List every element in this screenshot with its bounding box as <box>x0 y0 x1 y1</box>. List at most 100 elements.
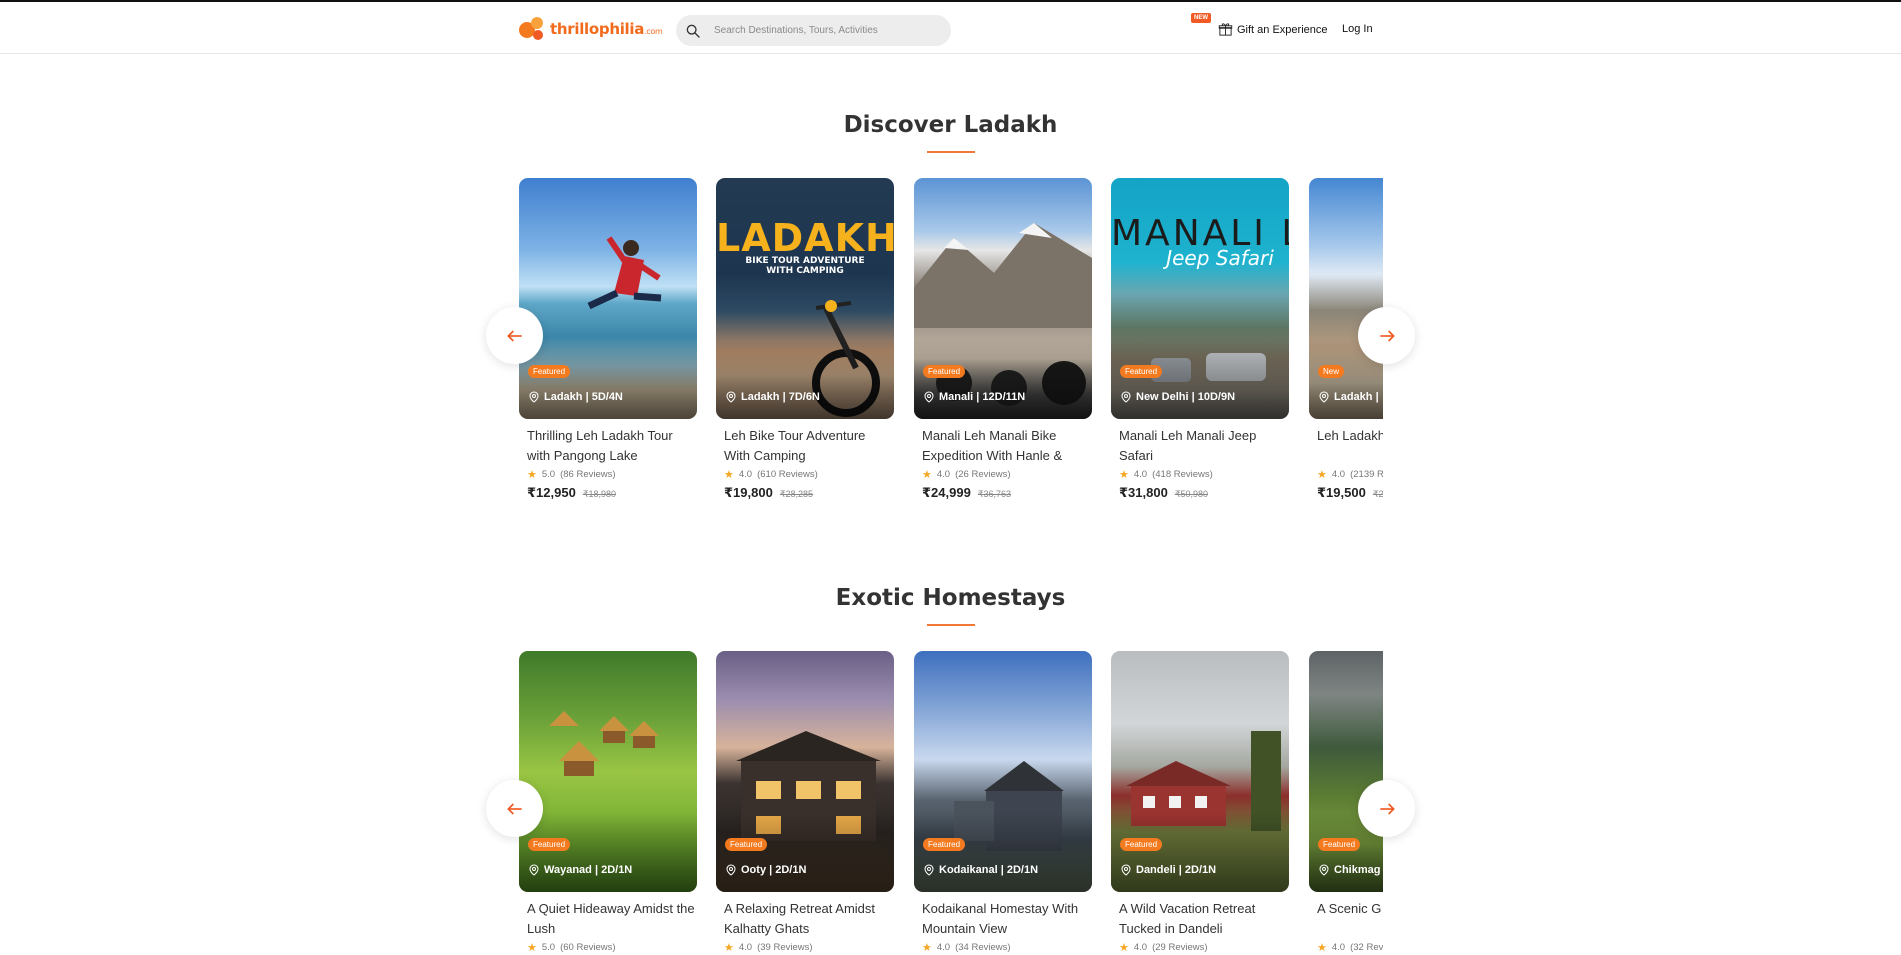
location-pin-icon <box>1319 864 1329 876</box>
card-location: Ladakh | 7D/6N <box>725 391 820 403</box>
star-icon: ★ <box>724 942 734 954</box>
card-badge: Featured <box>528 365 571 378</box>
star-icon: ★ <box>1119 469 1129 481</box>
tour-card[interactable]: MANALI LE Jeep Safari Featured New Delhi… <box>1111 178 1289 501</box>
location-pin-icon <box>1121 864 1131 876</box>
card-image: Featured Ooty | 2D/1N <box>716 651 894 892</box>
card-location: Dandeli | 2D/1N <box>1120 864 1216 876</box>
card-image: Featured Ladakh | 5D/4N <box>519 178 697 419</box>
card-location: Manali | 12D/11N <box>923 391 1025 403</box>
arrow-right-icon <box>1379 329 1395 342</box>
section-title-homestays: Exotic Homestays <box>835 585 1066 611</box>
card-location: Ladakh | <box>1318 391 1379 403</box>
card-location: Wayanad | 2D/1N <box>528 864 632 876</box>
card-image: Featured Manali | 12D/11N <box>914 178 1092 419</box>
star-icon: ★ <box>527 942 537 954</box>
card-rating: ★ 5.0 (60 Reviews) <box>527 942 616 954</box>
star-icon: ★ <box>922 469 932 481</box>
arrow-right-icon <box>1379 802 1395 815</box>
card-price: ₹24,999 ₹36,763 <box>922 485 1012 500</box>
tour-card[interactable]: Featured Manali | 12D/11N Manali Leh Man… <box>914 178 1092 501</box>
card-badge: Featured <box>923 838 966 851</box>
new-badge: NEW <box>1191 13 1211 23</box>
location-pin-icon <box>529 391 539 403</box>
star-icon: ★ <box>922 942 932 954</box>
card-location: Kodaikanal | 2D/1N <box>923 864 1038 876</box>
location-pin-icon <box>924 391 934 403</box>
arrow-left-icon <box>506 802 522 815</box>
card-rating: ★ 4.0 (34 Reviews) <box>922 942 1011 954</box>
arrow-left-icon <box>506 329 522 342</box>
card-badge: New <box>1318 365 1345 378</box>
carousel-next-button[interactable] <box>1358 780 1415 837</box>
card-title[interactable]: A Wild Vacation Retreat Tucked in Dandel… <box>1111 899 1289 939</box>
star-icon: ★ <box>724 469 734 481</box>
card-image: MANALI LE Jeep Safari Featured New Delhi… <box>1111 178 1289 419</box>
card-title[interactable]: Manali Leh Manali Bike Expedition With H… <box>914 426 1092 466</box>
card-image: New Ladakh | <box>1309 178 1383 419</box>
card-title[interactable]: Leh Ladakh Package w <box>1309 426 1383 466</box>
card-title[interactable]: A Relaxing Retreat Amidst Kalhatty Ghats <box>716 899 894 939</box>
card-badge: Featured <box>725 838 768 851</box>
card-image: Featured Dandeli | 2D/1N <box>1111 651 1289 892</box>
title-underline <box>927 624 975 626</box>
card-title[interactable]: Thrilling Leh Ladakh Tour with Pangong L… <box>519 426 697 466</box>
location-pin-icon <box>1319 391 1329 403</box>
gift-label: Gift an Experience <box>1237 23 1328 36</box>
homestay-card[interactable]: Featured Wayanad | 2D/1N A Quiet Hideawa… <box>519 651 697 954</box>
carousel-next-button[interactable] <box>1358 307 1415 364</box>
star-icon: ★ <box>1317 942 1327 954</box>
logo-icon <box>519 15 547 43</box>
card-rating: ★ 4.0 (610 Reviews) <box>724 469 818 481</box>
location-pin-icon <box>1121 391 1131 403</box>
card-rating: ★ 4.0 (29 Reviews) <box>1119 942 1208 954</box>
card-location: Ooty | 2D/1N <box>725 864 806 876</box>
card-price: ₹12,950 ₹18,980 <box>527 485 617 500</box>
card-title[interactable]: A Scenic G Amidst Lus <box>1309 899 1383 939</box>
card-rating: ★ 4.0 (32 Rev <box>1317 942 1383 954</box>
carousel-prev-button[interactable] <box>486 780 543 837</box>
tour-card[interactable]: Featured Ladakh | 5D/4N Thrilling Leh La… <box>519 178 697 501</box>
carousel-homestays: Featured Wayanad | 2D/1N A Quiet Hideawa… <box>519 651 1383 955</box>
card-title[interactable]: Manali Leh Manali Jeep Safari <box>1111 426 1289 466</box>
card-badge: Featured <box>1318 838 1361 851</box>
homestay-card[interactable]: Featured Dandeli | 2D/1N A Wild Vacation… <box>1111 651 1289 954</box>
card-location: New Delhi | 10D/9N <box>1120 391 1235 403</box>
site-header: thrillophilia.com NEW Gift an Experience… <box>0 2 1901 54</box>
card-badge: Featured <box>1120 365 1163 378</box>
card-location: Ladakh | 5D/4N <box>528 391 623 403</box>
card-image: LADAKH BIKE TOUR ADVENTURE WITH CAMPING … <box>716 178 894 419</box>
search-icon <box>686 24 700 38</box>
card-rating: ★ 4.0 (39 Reviews) <box>724 942 813 954</box>
location-pin-icon <box>924 864 934 876</box>
card-badge: Featured <box>923 365 966 378</box>
card-rating: ★ 5.0 (86 Reviews) <box>527 469 616 481</box>
card-title[interactable]: Leh Bike Tour Adventure With Camping <box>716 426 894 466</box>
login-link[interactable]: Log In <box>1342 23 1373 35</box>
card-location: Chikmag <box>1318 864 1380 876</box>
star-icon: ★ <box>527 469 537 481</box>
card-image: Featured Chikmag <box>1309 651 1383 892</box>
logo[interactable]: thrillophilia.com <box>519 15 663 43</box>
star-icon: ★ <box>1317 469 1327 481</box>
search-input[interactable] <box>714 25 934 36</box>
card-title[interactable]: A Quiet Hideaway Amidst the Lush <box>519 899 697 939</box>
card-rating: ★ 4.0 (2139 R <box>1317 469 1383 481</box>
card-title[interactable]: Kodaikanal Homestay With Mountain View <box>914 899 1092 939</box>
card-price: ₹31,800 ₹50,980 <box>1119 485 1209 500</box>
section-title-ladakh: Discover Ladakh <box>843 112 1058 138</box>
card-badge: Featured <box>528 838 571 851</box>
tour-card[interactable]: LADAKH BIKE TOUR ADVENTURE WITH CAMPING … <box>716 178 894 501</box>
homestay-card[interactable]: Featured Ooty | 2D/1N A Relaxing Retreat… <box>716 651 894 954</box>
logo-text: thrillophilia.com <box>550 20 663 38</box>
card-rating: ★ 4.0 (26 Reviews) <box>922 469 1011 481</box>
carousel-prev-button[interactable] <box>486 307 543 364</box>
title-underline <box>927 151 975 153</box>
card-image: Featured Wayanad | 2D/1N <box>519 651 697 892</box>
homestay-card[interactable]: Featured Kodaikanal | 2D/1N Kodaikanal H… <box>914 651 1092 954</box>
card-price: ₹19,500 ₹2 <box>1317 485 1383 500</box>
search-bar[interactable] <box>676 15 951 46</box>
card-image: Featured Kodaikanal | 2D/1N <box>914 651 1092 892</box>
gift-experience-link[interactable]: Gift an Experience <box>1218 22 1328 37</box>
location-pin-icon <box>726 864 736 876</box>
